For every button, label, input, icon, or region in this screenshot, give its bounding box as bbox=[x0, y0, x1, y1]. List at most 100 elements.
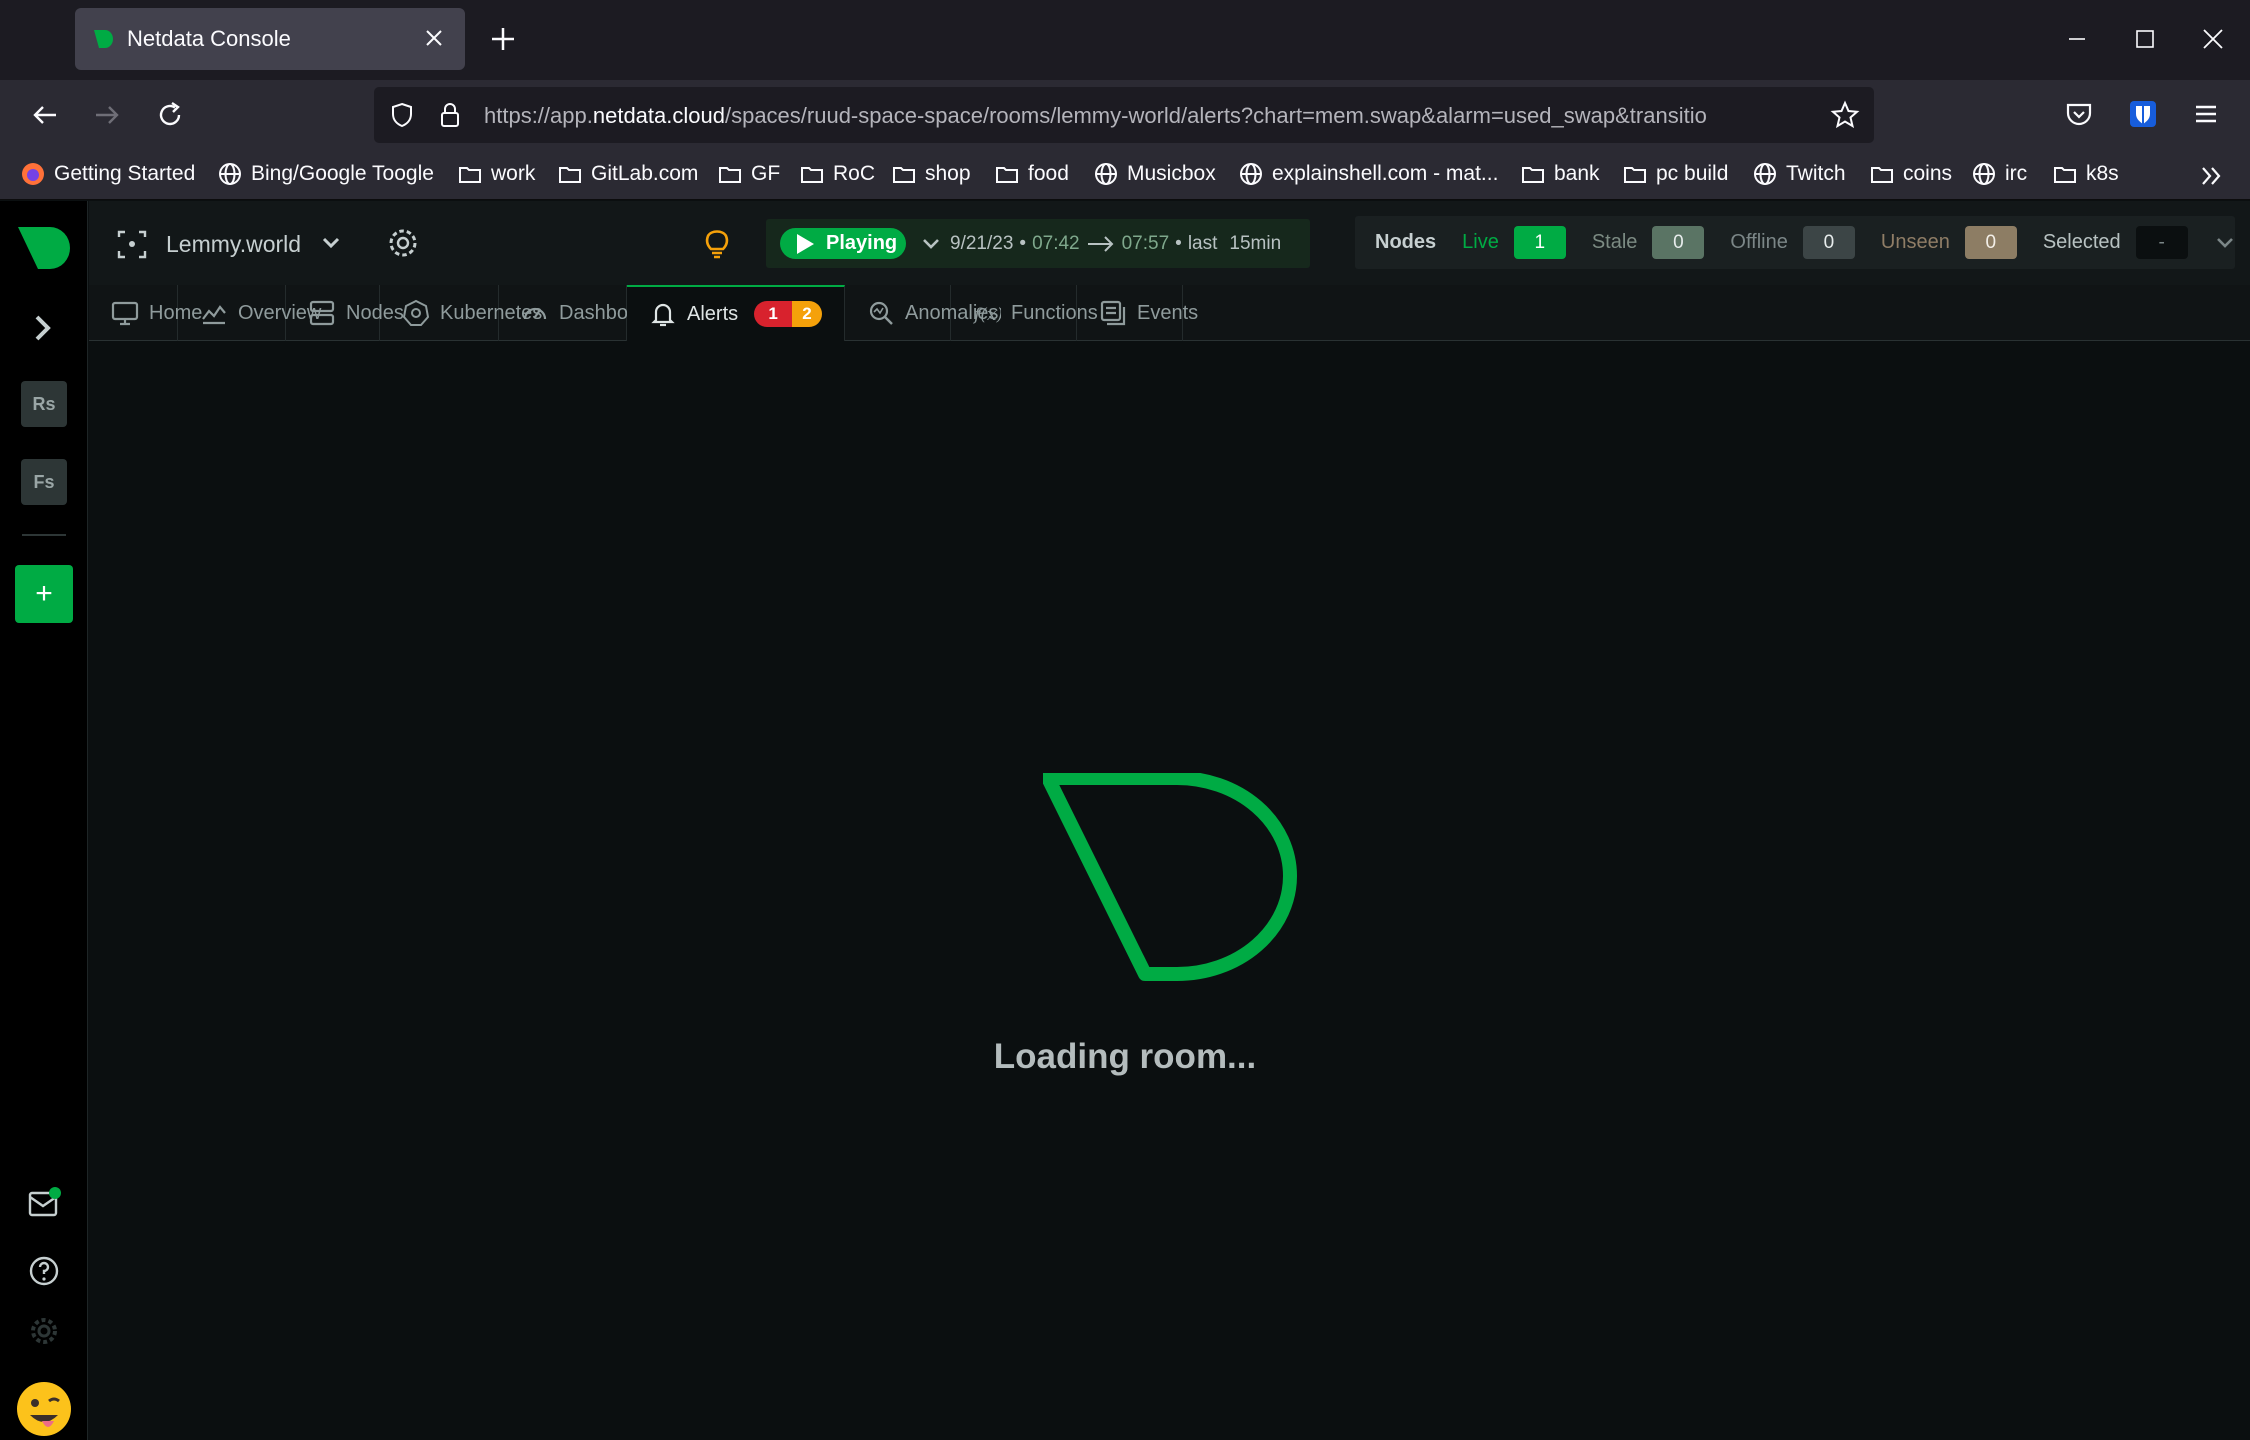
bookmark-label: shop bbox=[925, 162, 971, 185]
loading-text: Loading room... bbox=[993, 1037, 1257, 1076]
folder-icon bbox=[557, 161, 583, 187]
close-tab-icon[interactable] bbox=[423, 27, 445, 49]
reload-icon[interactable] bbox=[153, 98, 187, 132]
bookmark-label: irc bbox=[2005, 162, 2028, 185]
bitwarden-icon[interactable] bbox=[2127, 98, 2159, 130]
alerts-badge: 12 bbox=[754, 301, 822, 327]
browser-tab[interactable]: Netdata Console bbox=[75, 8, 465, 70]
bookmark-item[interactable]: k8s bbox=[2052, 161, 2119, 187]
from-time: 07:42 bbox=[1032, 233, 1080, 254]
bookmark-item[interactable]: explainshell.com - mat... bbox=[1238, 161, 1498, 187]
settings-gear-icon[interactable] bbox=[28, 1315, 60, 1347]
chart-icon bbox=[200, 299, 228, 327]
add-space-button[interactable]: + bbox=[15, 565, 73, 623]
bookmark-item[interactable]: GitLab.com bbox=[557, 161, 698, 187]
tab-events[interactable]: Events bbox=[1077, 285, 1198, 341]
tab-anomalies[interactable]: Anomalies bbox=[845, 285, 998, 341]
space-rs-button[interactable]: Rs bbox=[21, 381, 67, 427]
minimize-icon[interactable] bbox=[2062, 24, 2092, 54]
bookmark-item[interactable]: pc build bbox=[1622, 161, 1728, 187]
bookmark-label: coins bbox=[1903, 162, 1953, 185]
bookmark-item[interactable]: coins bbox=[1869, 161, 1952, 187]
url-bar[interactable]: https://app.netdata.cloud/spaces/ruud-sp… bbox=[374, 87, 1874, 143]
browser-titlebar: Netdata Console bbox=[0, 0, 2250, 80]
user-avatar[interactable] bbox=[16, 1381, 72, 1437]
bookmark-item[interactable]: irc bbox=[1971, 161, 2027, 187]
pocket-icon[interactable] bbox=[2063, 98, 2095, 130]
globe-icon bbox=[217, 161, 243, 187]
bookmark-label: food bbox=[1028, 162, 1069, 185]
tab-functions[interactable]: f(x) Functions bbox=[951, 285, 1098, 341]
time-control: Playing 9/21/23 • 07:42 07:57 • last 15m… bbox=[766, 219, 1310, 268]
monitor-icon bbox=[111, 299, 139, 327]
tab-alerts[interactable]: Alerts 1 2 bbox=[627, 285, 845, 341]
anomaly-icon bbox=[867, 299, 895, 327]
firefox-icon bbox=[20, 161, 46, 187]
room-settings-icon[interactable] bbox=[386, 226, 420, 260]
bookmark-item[interactable]: Musicbox bbox=[1093, 161, 1216, 187]
bookmarks-overflow-icon[interactable] bbox=[2198, 162, 2226, 190]
back-icon[interactable] bbox=[28, 98, 62, 132]
bookmark-item[interactable]: food bbox=[994, 161, 1069, 187]
room-name[interactable]: Lemmy.world bbox=[166, 231, 301, 258]
netdata-logo-icon[interactable] bbox=[16, 225, 72, 271]
bookmark-item[interactable]: RoC bbox=[799, 161, 875, 187]
tab-dashboards[interactable]: Dashboards bbox=[499, 285, 667, 341]
bookmark-label: explainshell.com - mat... bbox=[1272, 162, 1499, 185]
bookmark-item[interactable]: Getting Started bbox=[20, 161, 195, 187]
tab-kubernetes[interactable]: Kubernetes bbox=[380, 285, 542, 341]
play-icon bbox=[794, 233, 816, 255]
bookmark-item[interactable]: work bbox=[457, 161, 535, 187]
netdata-favicon-icon bbox=[91, 27, 115, 51]
bookmark-label: Twitch bbox=[1786, 162, 1846, 185]
bookmark-item[interactable]: Bing/Google Toogle bbox=[217, 161, 434, 187]
nodes-icon bbox=[308, 299, 336, 327]
critical-alerts-count: 1 bbox=[754, 301, 793, 327]
bookmark-item[interactable]: GF bbox=[717, 161, 780, 187]
new-tab-icon[interactable] bbox=[488, 24, 518, 54]
nodes-chevron-down-icon[interactable] bbox=[2214, 232, 2236, 254]
bell-icon bbox=[649, 300, 677, 328]
bookmark-item[interactable]: Twitch bbox=[1752, 161, 1846, 187]
bookmark-label: work bbox=[491, 162, 536, 185]
space-fs-button[interactable]: Fs bbox=[21, 459, 67, 505]
browser-tab-title: Netdata Console bbox=[127, 26, 291, 51]
url-text[interactable]: https://app.netdata.cloud/spaces/ruud-sp… bbox=[484, 103, 1824, 129]
tab-overview[interactable]: Overview bbox=[178, 285, 321, 341]
play-options-chevron-icon[interactable] bbox=[920, 233, 942, 255]
folder-icon bbox=[891, 161, 917, 187]
shield-icon[interactable] bbox=[388, 101, 416, 129]
nodes-status-bar[interactable]: Nodes Live 1 Stale 0 Offline 0 Unseen 0 … bbox=[1355, 216, 2235, 269]
folder-icon bbox=[2052, 161, 2078, 187]
url-prefix: https://app. bbox=[484, 103, 593, 128]
playing-label: Playing bbox=[826, 232, 898, 254]
close-window-icon[interactable] bbox=[2198, 24, 2228, 54]
offline-label: Offline bbox=[1730, 231, 1788, 253]
lock-icon[interactable] bbox=[436, 101, 464, 129]
folder-icon bbox=[994, 161, 1020, 187]
bookmarks-bar: Getting Started Bing/Google Toogle work Git… bbox=[0, 150, 2250, 200]
live-label: Live bbox=[1462, 231, 1499, 253]
globe-icon bbox=[1752, 161, 1778, 187]
menu-icon[interactable] bbox=[2190, 98, 2222, 130]
rail-divider bbox=[22, 534, 66, 536]
bookmark-star-icon[interactable] bbox=[1830, 100, 1860, 130]
netdata-loading-logo-icon bbox=[1043, 773, 1299, 983]
playing-button[interactable]: Playing bbox=[780, 228, 906, 259]
bookmark-label: GitLab.com bbox=[591, 162, 699, 185]
time-range[interactable]: 9/21/23 • 07:42 07:57 • last 15min bbox=[950, 233, 1281, 255]
expand-sidebar-icon[interactable] bbox=[26, 311, 60, 345]
help-icon[interactable] bbox=[26, 1253, 62, 1289]
globe-icon bbox=[1971, 161, 1997, 187]
bookmark-item[interactable]: bank bbox=[1520, 161, 1600, 187]
url-path: /spaces/ruud-space-space/rooms/lemmy-wor… bbox=[724, 103, 1707, 128]
maximize-icon[interactable] bbox=[2130, 24, 2160, 54]
forward-icon[interactable] bbox=[90, 98, 124, 132]
bookmark-item[interactable]: shop bbox=[891, 161, 971, 187]
chevron-down-icon[interactable] bbox=[319, 231, 343, 255]
tab-nodes[interactable]: Nodes bbox=[286, 285, 404, 341]
lightbulb-icon[interactable] bbox=[699, 225, 735, 261]
mail-icon[interactable] bbox=[26, 1185, 62, 1221]
folder-icon bbox=[1520, 161, 1546, 187]
tab-home[interactable]: Home bbox=[89, 285, 202, 341]
